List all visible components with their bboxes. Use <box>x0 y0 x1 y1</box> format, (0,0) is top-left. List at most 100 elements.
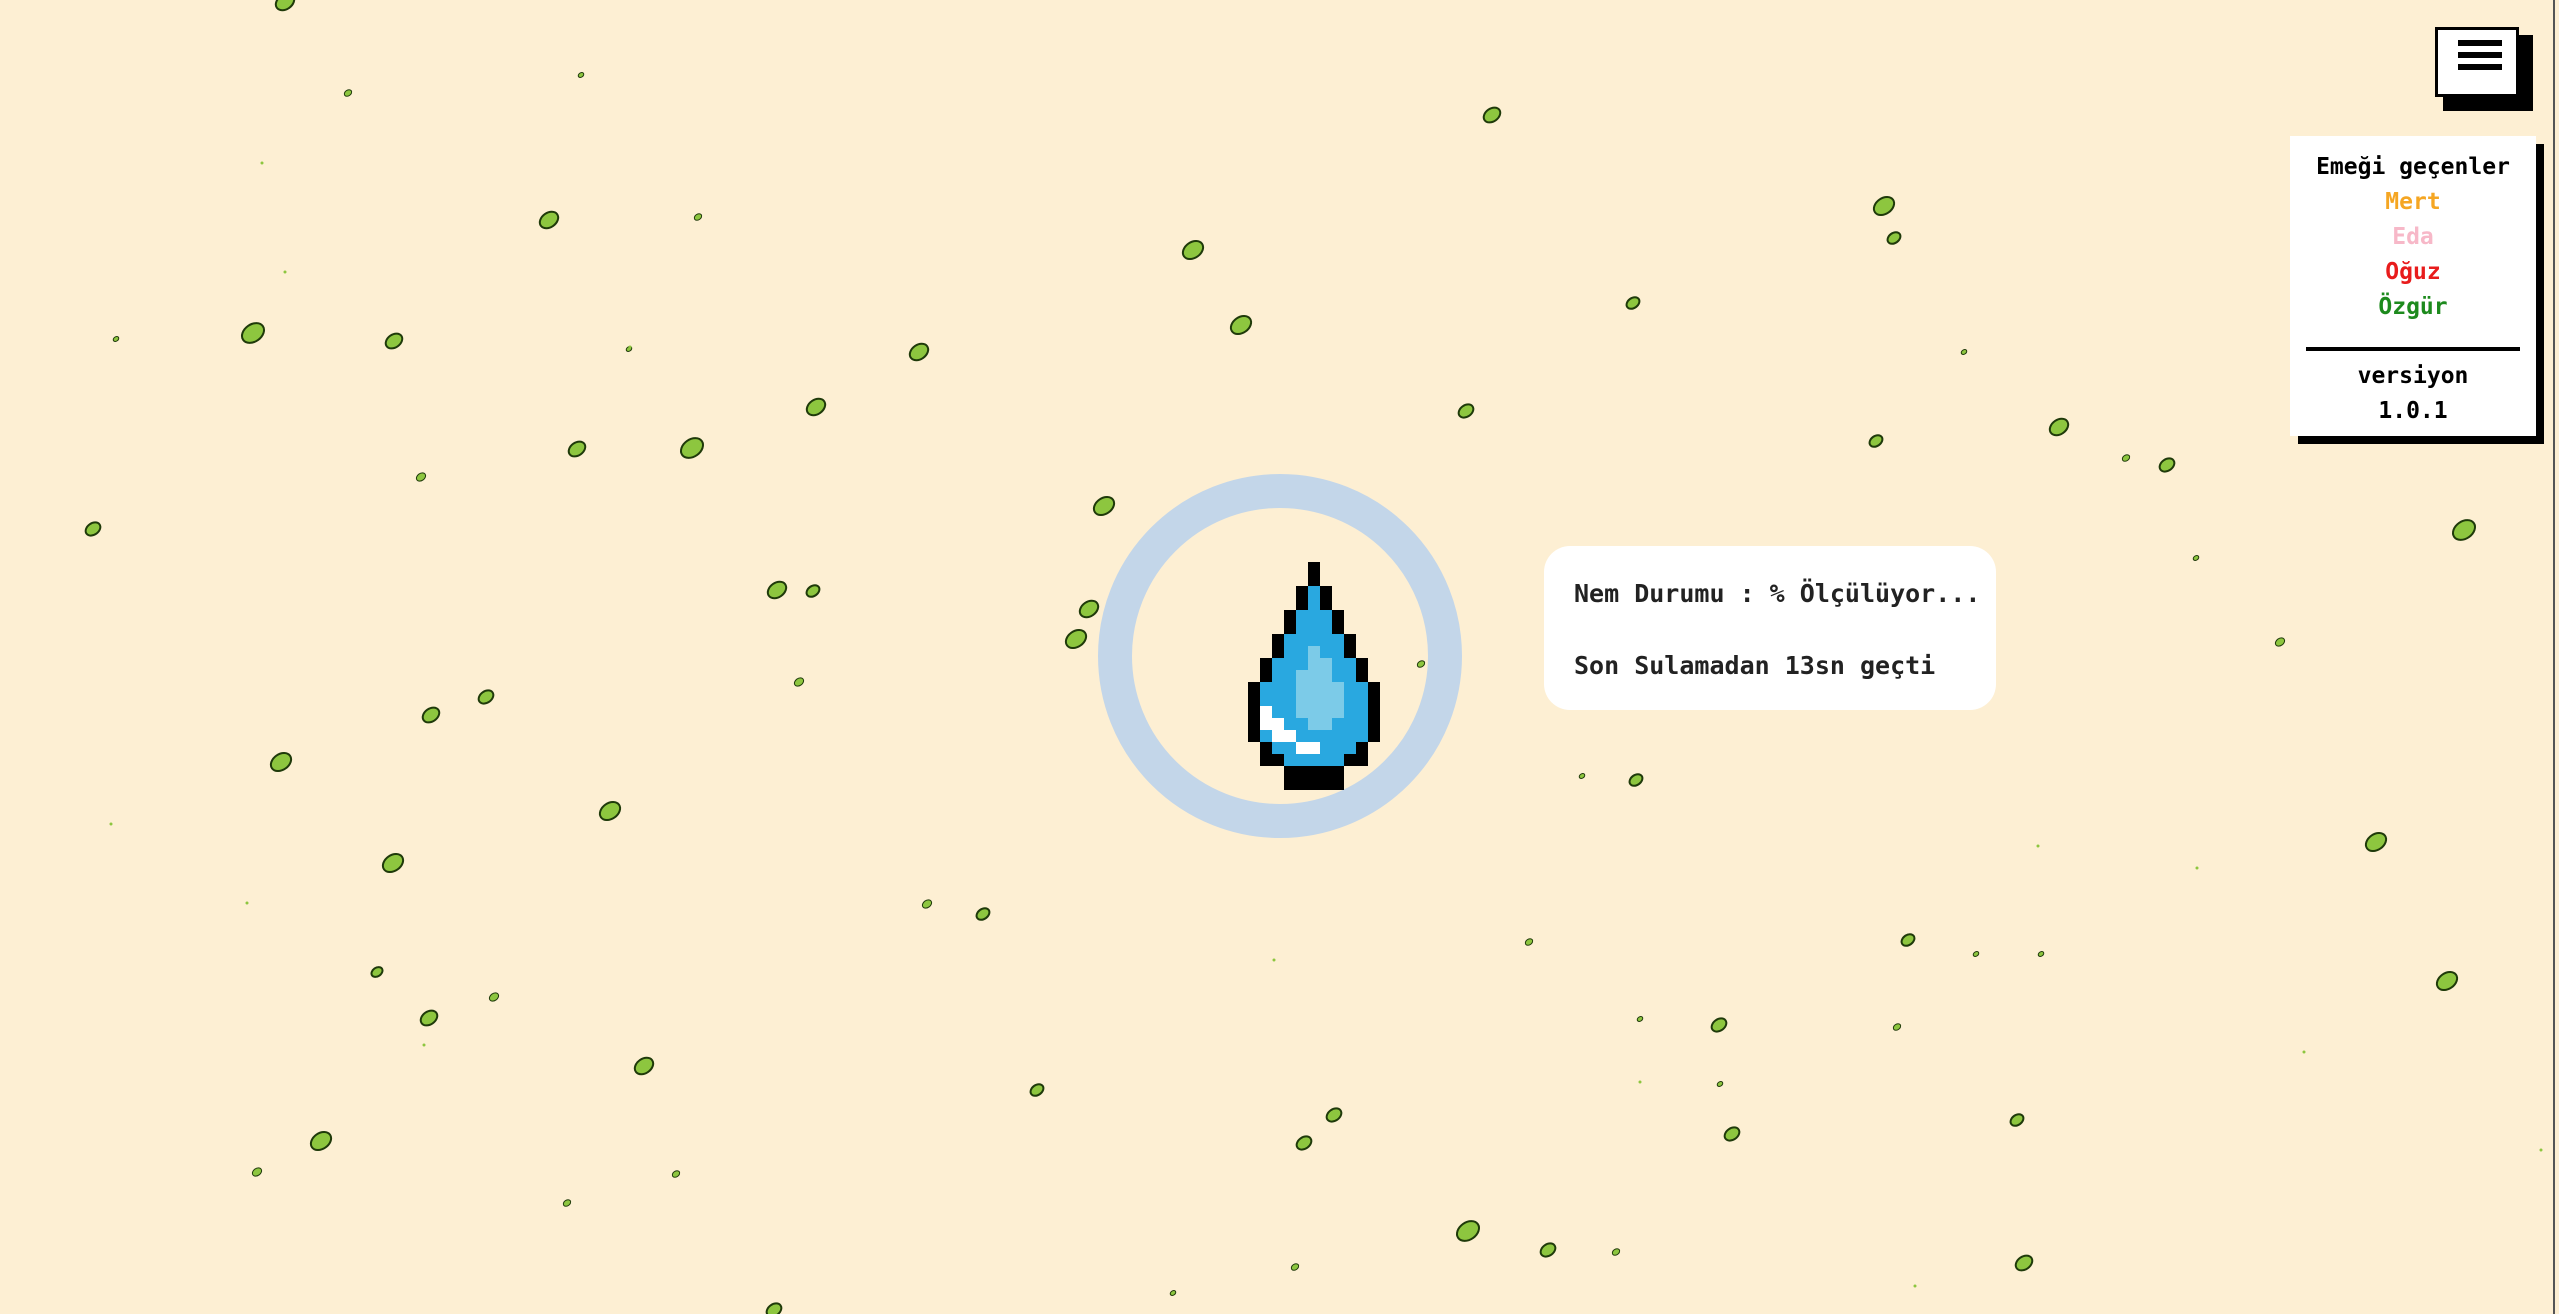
leaf-12 <box>1229 314 1253 336</box>
leaf-speck-9 <box>2302 1050 2306 1054</box>
leaf-speck-4 <box>245 901 249 905</box>
leaf-45 <box>921 899 933 909</box>
leaf-38 <box>477 689 495 705</box>
credit-name-eda: Eda <box>2392 224 2434 250</box>
leaf-speck-1 <box>283 270 287 274</box>
water-button[interactable] <box>1098 474 1462 838</box>
leaf-speck-7 <box>1638 1080 1642 1084</box>
leaf-2 <box>577 72 585 78</box>
leaf-8 <box>1886 231 1902 245</box>
leaf-65 <box>671 1170 681 1178</box>
leaf-speck-0 <box>260 161 264 165</box>
leaf-27 <box>2451 519 2477 541</box>
leaf-speck-2 <box>628 345 632 349</box>
leaf-57 <box>1029 1083 1045 1097</box>
leaf-25 <box>84 521 102 537</box>
leaf-23 <box>2158 457 2176 473</box>
leaf-75 <box>2037 951 2045 957</box>
leaf-72 <box>1169 1290 1177 1296</box>
leaf-6 <box>1181 239 1205 261</box>
leaf-11 <box>908 342 930 362</box>
leaf-29 <box>2192 555 2200 561</box>
leaf-58 <box>1325 1107 1343 1123</box>
leaf-speck-10 <box>2539 1148 2543 1152</box>
leaf-speck-3 <box>109 822 113 826</box>
leaf-36 <box>793 677 805 687</box>
version-label: versiyon <box>2357 363 2469 389</box>
window-edge <box>2553 0 2555 1314</box>
leaf-22 <box>1868 434 1884 448</box>
leaf-73 <box>1716 1081 1724 1087</box>
leaf-19 <box>567 440 587 458</box>
leaf-62 <box>309 1130 333 1152</box>
leaf-43 <box>381 852 405 874</box>
leaf-28 <box>2121 454 2131 462</box>
water-drop-icon <box>1248 562 1380 790</box>
leaf-71 <box>765 1302 783 1314</box>
hamburger-menu-icon[interactable] <box>2435 27 2519 97</box>
leaf-7 <box>1872 195 1896 217</box>
leaf-speck-11 <box>2195 866 2199 870</box>
leaf-33 <box>1078 599 1100 619</box>
leaf-44 <box>2364 831 2388 853</box>
credits-panel: Emeği geçenler Mert Eda Oğuz Özgür versi… <box>2290 136 2544 444</box>
leaf-16 <box>1960 349 1968 355</box>
leaf-13 <box>1625 296 1641 310</box>
leaf-66 <box>1455 1220 1481 1242</box>
credit-name-oguz: Oğuz <box>2385 259 2441 285</box>
leaf-51 <box>370 966 384 978</box>
leaf-69 <box>2014 1254 2034 1272</box>
leaf-74 <box>1636 1016 1644 1022</box>
moisture-status: Nem Durumu : % Ölçülüyor... <box>1574 579 1981 608</box>
credit-name-mert: Mert <box>2385 189 2441 215</box>
leaf-26 <box>1092 495 1116 517</box>
leaf-9 <box>240 322 266 344</box>
credits-divider <box>2306 347 2520 351</box>
leaf-18 <box>2048 417 2070 437</box>
leaf-17 <box>805 397 827 417</box>
leaf-3 <box>1482 106 1502 124</box>
leaf-61 <box>2009 1113 2025 1127</box>
leaf-46 <box>975 907 991 921</box>
menu-bar-top <box>2458 40 2502 46</box>
leaf-55 <box>1892 1023 1902 1031</box>
leaf-49 <box>2435 970 2459 992</box>
leaf-53 <box>488 992 500 1002</box>
leaf-67 <box>1539 1242 1557 1258</box>
leaf-59 <box>1295 1135 1313 1151</box>
leaf-speck-8 <box>2036 844 2040 848</box>
leaf-70 <box>1290 1263 1300 1271</box>
leaf-63 <box>251 1167 263 1177</box>
leaf-60 <box>1723 1126 1741 1142</box>
leaf-56 <box>633 1056 655 1076</box>
leaf-34 <box>1064 628 1088 650</box>
menu-bar-middle <box>2458 52 2502 58</box>
menu-button[interactable] <box>2435 27 2533 111</box>
leaf-speck-5 <box>422 1043 426 1047</box>
credits-card: Emeği geçenler Mert Eda Oğuz Özgür versi… <box>2290 136 2536 436</box>
version-number: 1.0.1 <box>2378 398 2448 424</box>
leaf-31 <box>805 584 821 598</box>
leaf-37 <box>421 706 441 724</box>
status-panel: Nem Durumu : % Ölçülüyor... Son Sulamada… <box>1544 546 1996 710</box>
leaf-14 <box>112 336 120 342</box>
leaf-50 <box>1524 938 1534 946</box>
leaf-42 <box>598 800 622 822</box>
leaf-52 <box>419 1009 439 1027</box>
leaf-41 <box>1578 773 1586 779</box>
leaf-4 <box>538 210 560 230</box>
leaf-21 <box>1457 403 1475 419</box>
leaf-68 <box>1611 1248 1621 1256</box>
leaf-24 <box>415 472 427 482</box>
leaf-39 <box>269 751 293 773</box>
leaf-47 <box>1900 933 1916 947</box>
leaf-64 <box>562 1199 572 1207</box>
leaf-30 <box>766 580 788 600</box>
leaf-0 <box>274 0 296 12</box>
leaf-54 <box>1710 1017 1728 1033</box>
last-watering-status: Son Sulamadan 13sn geçti <box>1574 651 1936 680</box>
leaf-5 <box>693 213 703 221</box>
leaf-speck-6 <box>1272 958 1276 962</box>
menu-bar-bottom <box>2458 64 2502 70</box>
credit-name-ozgur: Özgür <box>2378 294 2448 320</box>
